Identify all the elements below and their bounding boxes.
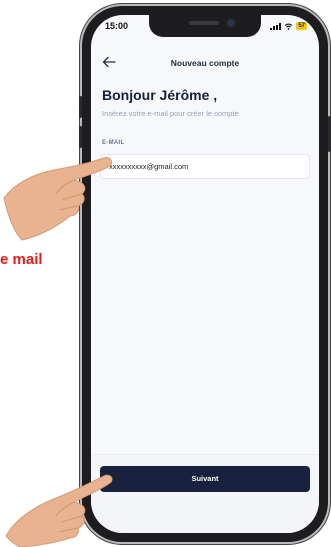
email-annotation-label: e mail [0, 251, 43, 268]
front-camera [227, 19, 235, 27]
app-screen: 15:00 57 Nouveau compte Bonjour Jérôme ,… [91, 15, 319, 533]
status-time: 15:00 [105, 21, 129, 31]
pointing-hand-icon [5, 474, 113, 547]
instruction-text: Insérez votre e-mail pour créer le compt… [102, 109, 239, 118]
volume-up-button [79, 96, 82, 118]
bottom-action-bar: Suivant [91, 454, 319, 533]
status-icons: 57 [270, 22, 307, 30]
camera-notch [149, 15, 261, 37]
phone-frame: 15:00 57 Nouveau compte Bonjour Jérôme ,… [79, 6, 331, 542]
battery-icon: 57 [296, 22, 307, 30]
signal-icon [270, 22, 282, 30]
page-title: Nouveau compte [170, 58, 240, 68]
greeting-heading: Bonjour Jérôme , [102, 87, 218, 103]
wifi-icon [284, 23, 293, 30]
navigation-bar: Nouveau compte [91, 53, 319, 73]
pointing-hand-icon [3, 157, 113, 241]
next-button[interactable]: Suivant [100, 466, 310, 492]
speaker-grille [189, 21, 219, 25]
email-input[interactable]: xxxxxxxxxx@gmail.com [100, 154, 310, 179]
email-input-value: xxxxxxxxxx@gmail.com [109, 162, 189, 171]
